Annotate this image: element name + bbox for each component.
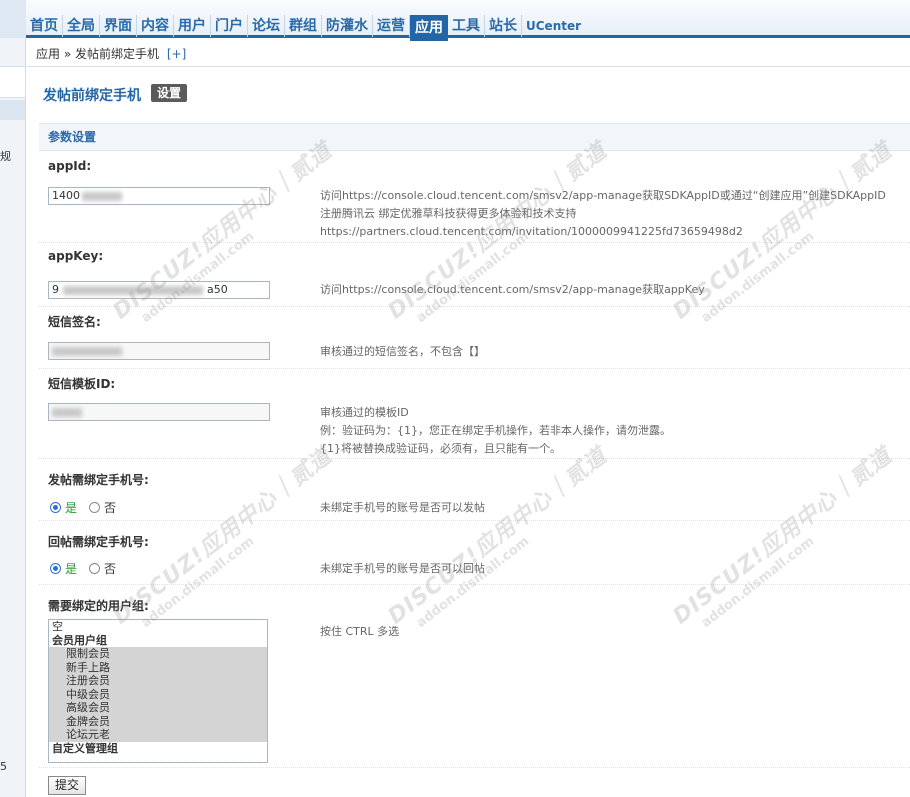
sign-description: 审核通过的短信签名，不包含【】 [320, 345, 485, 358]
submit-button[interactable]: 提交 [48, 776, 87, 795]
breadcrumb: 应用 » 发帖前绑定手机 [+] [27, 41, 910, 67]
sidebar-divider [0, 66, 25, 98]
post-bind-yes-label[interactable]: 是 [65, 499, 77, 516]
tab-settings[interactable]: 设置 [151, 84, 188, 102]
reply-bind-no-label[interactable]: 否 [104, 560, 116, 577]
breadcrumb-root[interactable]: 应用 [36, 47, 60, 61]
template-input[interactable] [48, 403, 270, 421]
template-label: 短信模板ID: [48, 377, 116, 391]
group-option[interactable]: 限制会员 [49, 647, 267, 661]
template-description: 审核通过的模板ID 例：验证码为：{1}，您正在绑定手机操作，若非本人操作，请勿… [320, 404, 671, 458]
breadcrumb-separator: » [63, 47, 72, 61]
post-bind-description: 未绑定手机号的账号是否可以发帖 [320, 501, 485, 514]
add-shortcut-button[interactable]: [+] [167, 47, 186, 61]
nav-portal[interactable]: 门户 [211, 15, 248, 37]
appid-desc-line: 访问https://console.cloud.tencent.com/smsv… [320, 189, 886, 202]
post-bind-yes-radio[interactable] [50, 502, 61, 513]
nav-webmaster[interactable]: 站长 [485, 15, 522, 37]
blurred-text [82, 191, 122, 201]
group-option[interactable]: 空 [49, 620, 267, 634]
breadcrumb-current: 发帖前绑定手机 [75, 47, 160, 61]
field-row-sign: 短信签名: 审核通过的短信签名，不包含【】 [39, 307, 910, 369]
top-navigation-bar: 首页 全局 界面 内容 用户 门户 论坛 群组 防灌水 运营 应用 工具 站长 … [0, 0, 910, 42]
field-row-appkey: appKey: 9 a50 访问https://console.cloud.ten… [39, 243, 910, 307]
group-option[interactable]: 中级会员 [49, 687, 267, 701]
appid-desc-line: https://partners.cloud.tencent.com/invit… [320, 225, 743, 238]
reply-bind-yes-label[interactable]: 是 [65, 560, 77, 577]
template-desc-line: 审核通过的模板ID [320, 406, 409, 419]
nav-tools[interactable]: 工具 [448, 15, 485, 37]
page-title: 发帖前绑定手机 [43, 88, 141, 104]
appid-input[interactable]: 1400 [48, 187, 270, 205]
group-option[interactable]: 注册会员 [49, 674, 267, 688]
nav-antispam[interactable]: 防灌水 [322, 15, 373, 37]
post-bind-label: 发帖需绑定手机号: [48, 473, 149, 487]
group-option-header: 自定义管理组 [52, 741, 118, 755]
nav-home[interactable]: 首页 [26, 15, 63, 37]
nav-apps[interactable]: 应用 [410, 15, 448, 42]
post-bind-radios: 是 否 [50, 499, 128, 516]
reply-bind-label: 回帖需绑定手机号: [48, 535, 149, 549]
appkey-value-end: a50 [207, 283, 228, 296]
group-option[interactable]: 高级会员 [49, 701, 267, 715]
main-content: 发帖前绑定手机 设置 参数设置 appId: 1400 访问https://co… [27, 67, 910, 797]
group-option[interactable]: 论坛元老 [49, 728, 267, 742]
post-bind-no-radio[interactable] [89, 502, 101, 513]
appid-desc-line: 注册腾讯云 绑定优雅草科技获得更多体验和技术支持 [320, 207, 577, 220]
template-desc-line: {1}将被替换成验证码，必须有，且只能有一个。 [320, 442, 561, 455]
appkey-value-start: 9 [52, 283, 59, 296]
field-row-post-bind: 发帖需绑定手机号: 是 否 未绑定手机号的账号是否可以发帖 [39, 459, 910, 521]
logo-area [0, 0, 26, 38]
group-option[interactable]: 金牌会员 [49, 714, 267, 728]
sidebar-truncated-text: 5 [0, 760, 7, 773]
nav-operations[interactable]: 运营 [373, 15, 410, 37]
post-bind-no-label[interactable]: 否 [104, 499, 116, 516]
field-row-reply-bind: 回帖需绑定手机号: 是 否 未绑定手机号的账号是否可以回帖 [39, 521, 910, 585]
nav-interface[interactable]: 界面 [100, 15, 137, 37]
nav-global[interactable]: 全局 [63, 15, 100, 37]
sign-input[interactable] [48, 342, 270, 360]
section-header: 参数设置 [39, 123, 910, 151]
reply-bind-radios: 是 否 [50, 560, 128, 577]
main-nav: 首页 全局 界面 内容 用户 门户 论坛 群组 防灌水 运营 应用 工具 站长 … [26, 10, 585, 42]
blurred-text [52, 407, 82, 417]
reply-bind-no-radio[interactable] [89, 563, 101, 574]
nav-forum[interactable]: 论坛 [248, 15, 285, 37]
blurred-text [52, 346, 122, 356]
sidebar-selected-item[interactable] [0, 100, 25, 120]
appid-value: 1400 [52, 189, 80, 202]
appid-label: appId: [48, 159, 92, 173]
appid-description: 访问https://console.cloud.tencent.com/smsv… [320, 187, 886, 241]
appkey-description: 访问https://console.cloud.tencent.com/smsv… [320, 283, 705, 296]
row-divider [39, 767, 910, 768]
appkey-label: appKey: [48, 249, 104, 263]
nav-groups[interactable]: 群组 [285, 15, 322, 37]
groups-description: 按住 CTRL 多选 [320, 625, 400, 638]
group-option-header: 会员用户组 [52, 633, 107, 647]
user-groups-select[interactable]: 空 会员用户组 限制会员 新手上路 注册会员 中级会员 高级会员 金牌会员 论坛… [48, 619, 268, 763]
appkey-input[interactable]: 9 a50 [48, 281, 270, 299]
groups-label: 需要绑定的用户组: [48, 599, 149, 613]
field-row-template: 短信模板ID: 审核通过的模板ID 例：验证码为：{1}，您正在绑定手机操作，若… [39, 369, 910, 459]
left-sidebar: 规 5 [0, 38, 26, 797]
field-row-appid: appId: 1400 访问https://console.cloud.tenc… [39, 153, 910, 243]
group-option[interactable]: 新手上路 [49, 660, 267, 674]
reply-bind-description: 未绑定手机号的账号是否可以回帖 [320, 562, 485, 575]
nav-content[interactable]: 内容 [137, 15, 174, 37]
blurred-text [63, 285, 203, 295]
reply-bind-yes-radio[interactable] [50, 563, 61, 574]
template-desc-line: 例：验证码为：{1}，您正在绑定手机操作，若非本人操作，请勿泄露。 [320, 424, 671, 437]
nav-ucenter[interactable]: UCenter [522, 15, 585, 37]
sidebar-truncated-text[interactable]: 规 [0, 148, 11, 164]
nav-users[interactable]: 用户 [174, 15, 211, 37]
sign-label: 短信签名: [48, 315, 101, 329]
